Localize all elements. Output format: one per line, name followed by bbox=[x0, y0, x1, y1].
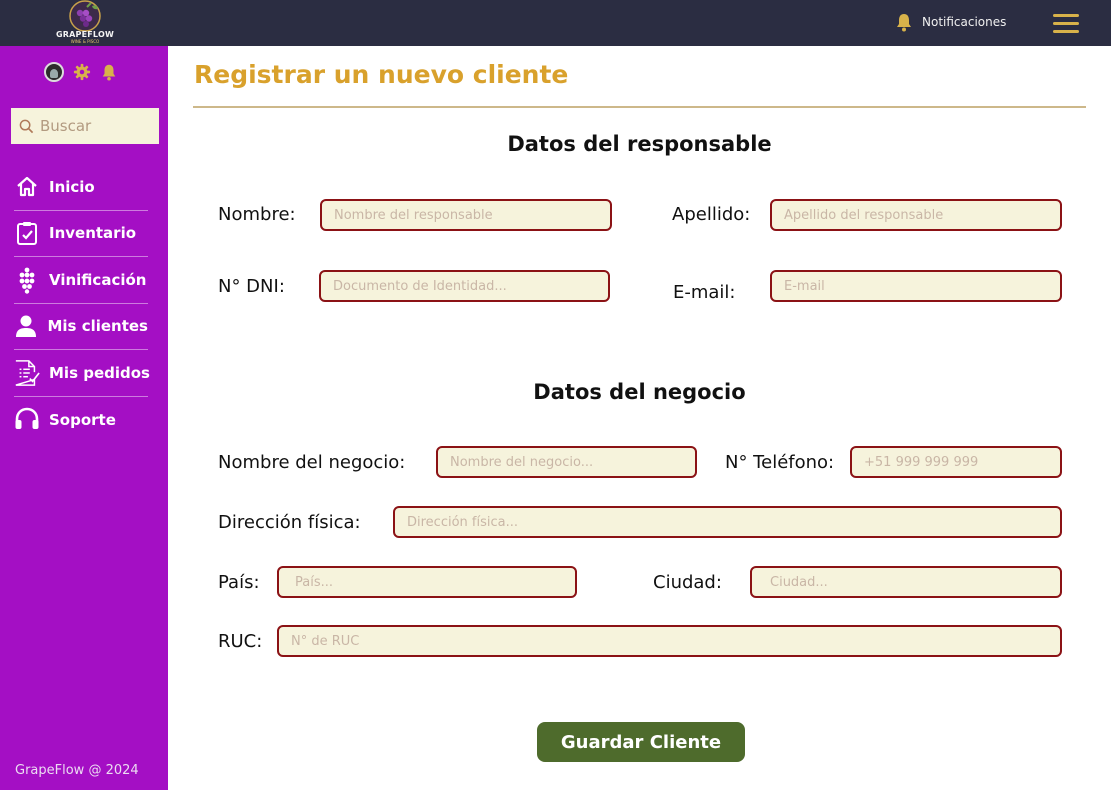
nombre-label: Nombre: bbox=[218, 204, 296, 225]
sidebar-item-mis-pedidos[interactable]: Mis pedidos bbox=[14, 350, 150, 397]
dni-field[interactable] bbox=[319, 270, 610, 302]
top-bar: GRAPEFLOW WINE & PISCO Notificaciones bbox=[0, 0, 1111, 46]
save-client-button[interactable]: Guardar Cliente bbox=[537, 722, 745, 762]
sidebar-footer: GrapeFlow @ 2024 bbox=[15, 763, 139, 778]
apellido-label: Apellido: bbox=[672, 204, 751, 225]
notifications-button[interactable]: Notificaciones bbox=[894, 10, 1006, 34]
home-icon bbox=[14, 174, 40, 200]
negocio-nombre-label: Nombre del negocio: bbox=[218, 452, 406, 473]
clipboard-check-icon bbox=[14, 220, 40, 246]
headset-icon bbox=[14, 407, 40, 433]
sidebar-item-label: Inicio bbox=[49, 177, 95, 196]
ciudad-field[interactable] bbox=[750, 566, 1062, 598]
search-icon bbox=[19, 119, 34, 133]
pais-field[interactable] bbox=[277, 566, 577, 598]
grape-logo-icon bbox=[69, 0, 101, 32]
dni-label: N° DNI: bbox=[218, 276, 285, 297]
sidebar-quick-icons bbox=[44, 62, 118, 82]
sidebar: Buscar Inicio Inventario Vinificación Mi… bbox=[0, 46, 168, 790]
search-input[interactable]: Buscar bbox=[11, 108, 159, 144]
ciudad-label: Ciudad: bbox=[653, 572, 722, 593]
logo-subtitle: WINE & PISCO bbox=[70, 39, 100, 44]
grapes-icon bbox=[14, 267, 40, 294]
nombre-field[interactable] bbox=[320, 199, 612, 231]
email-label: E-mail: bbox=[673, 282, 736, 303]
sidebar-item-label: Vinificación bbox=[49, 270, 147, 289]
sidebar-item-mis-clientes[interactable]: Mis clientes bbox=[14, 304, 148, 350]
telefono-label: N° Teléfono: bbox=[725, 452, 835, 473]
app-logo[interactable]: GRAPEFLOW WINE & PISCO bbox=[54, 0, 116, 44]
apellido-field[interactable] bbox=[770, 199, 1062, 231]
email-field[interactable] bbox=[770, 270, 1062, 302]
bell-icon bbox=[897, 14, 911, 32]
sidebar-item-label: Mis pedidos bbox=[49, 363, 150, 382]
sidebar-item-label: Soporte bbox=[49, 410, 116, 429]
page-title: Registrar un nuevo cliente bbox=[194, 60, 569, 89]
gear-icon[interactable] bbox=[73, 63, 91, 81]
sidebar-item-inventario[interactable]: Inventario bbox=[14, 211, 148, 257]
title-divider bbox=[193, 106, 1086, 108]
bell-icon[interactable] bbox=[100, 63, 118, 81]
negocio-nombre-field[interactable] bbox=[436, 446, 697, 478]
avatar[interactable] bbox=[44, 62, 64, 82]
search-placeholder: Buscar bbox=[40, 117, 92, 135]
sidebar-item-soporte[interactable]: Soporte bbox=[14, 397, 148, 444]
direccion-label: Dirección física: bbox=[218, 512, 361, 533]
sidebar-item-inicio[interactable]: Inicio bbox=[14, 164, 148, 211]
logo-wordmark: GRAPEFLOW bbox=[56, 30, 114, 39]
sidebar-item-label: Inventario bbox=[49, 224, 137, 243]
section-title-responsable: Datos del responsable bbox=[507, 132, 772, 156]
user-icon bbox=[14, 313, 38, 339]
pais-label: País: bbox=[218, 572, 260, 593]
sidebar-nav: Inicio Inventario Vinificación Mis clien… bbox=[14, 164, 150, 444]
section-title-negocio: Datos del negocio bbox=[533, 380, 746, 404]
menu-icon[interactable] bbox=[1053, 11, 1081, 35]
sidebar-item-label: Mis clientes bbox=[47, 317, 148, 336]
ruc-label: RUC: bbox=[218, 631, 263, 652]
ruc-field[interactable] bbox=[277, 625, 1062, 657]
order-list-icon bbox=[14, 359, 40, 386]
sidebar-item-vinificacion[interactable]: Vinificación bbox=[14, 257, 148, 304]
direccion-field[interactable] bbox=[393, 506, 1062, 538]
telefono-field[interactable] bbox=[850, 446, 1062, 478]
notifications-label: Notificaciones bbox=[922, 15, 1007, 29]
